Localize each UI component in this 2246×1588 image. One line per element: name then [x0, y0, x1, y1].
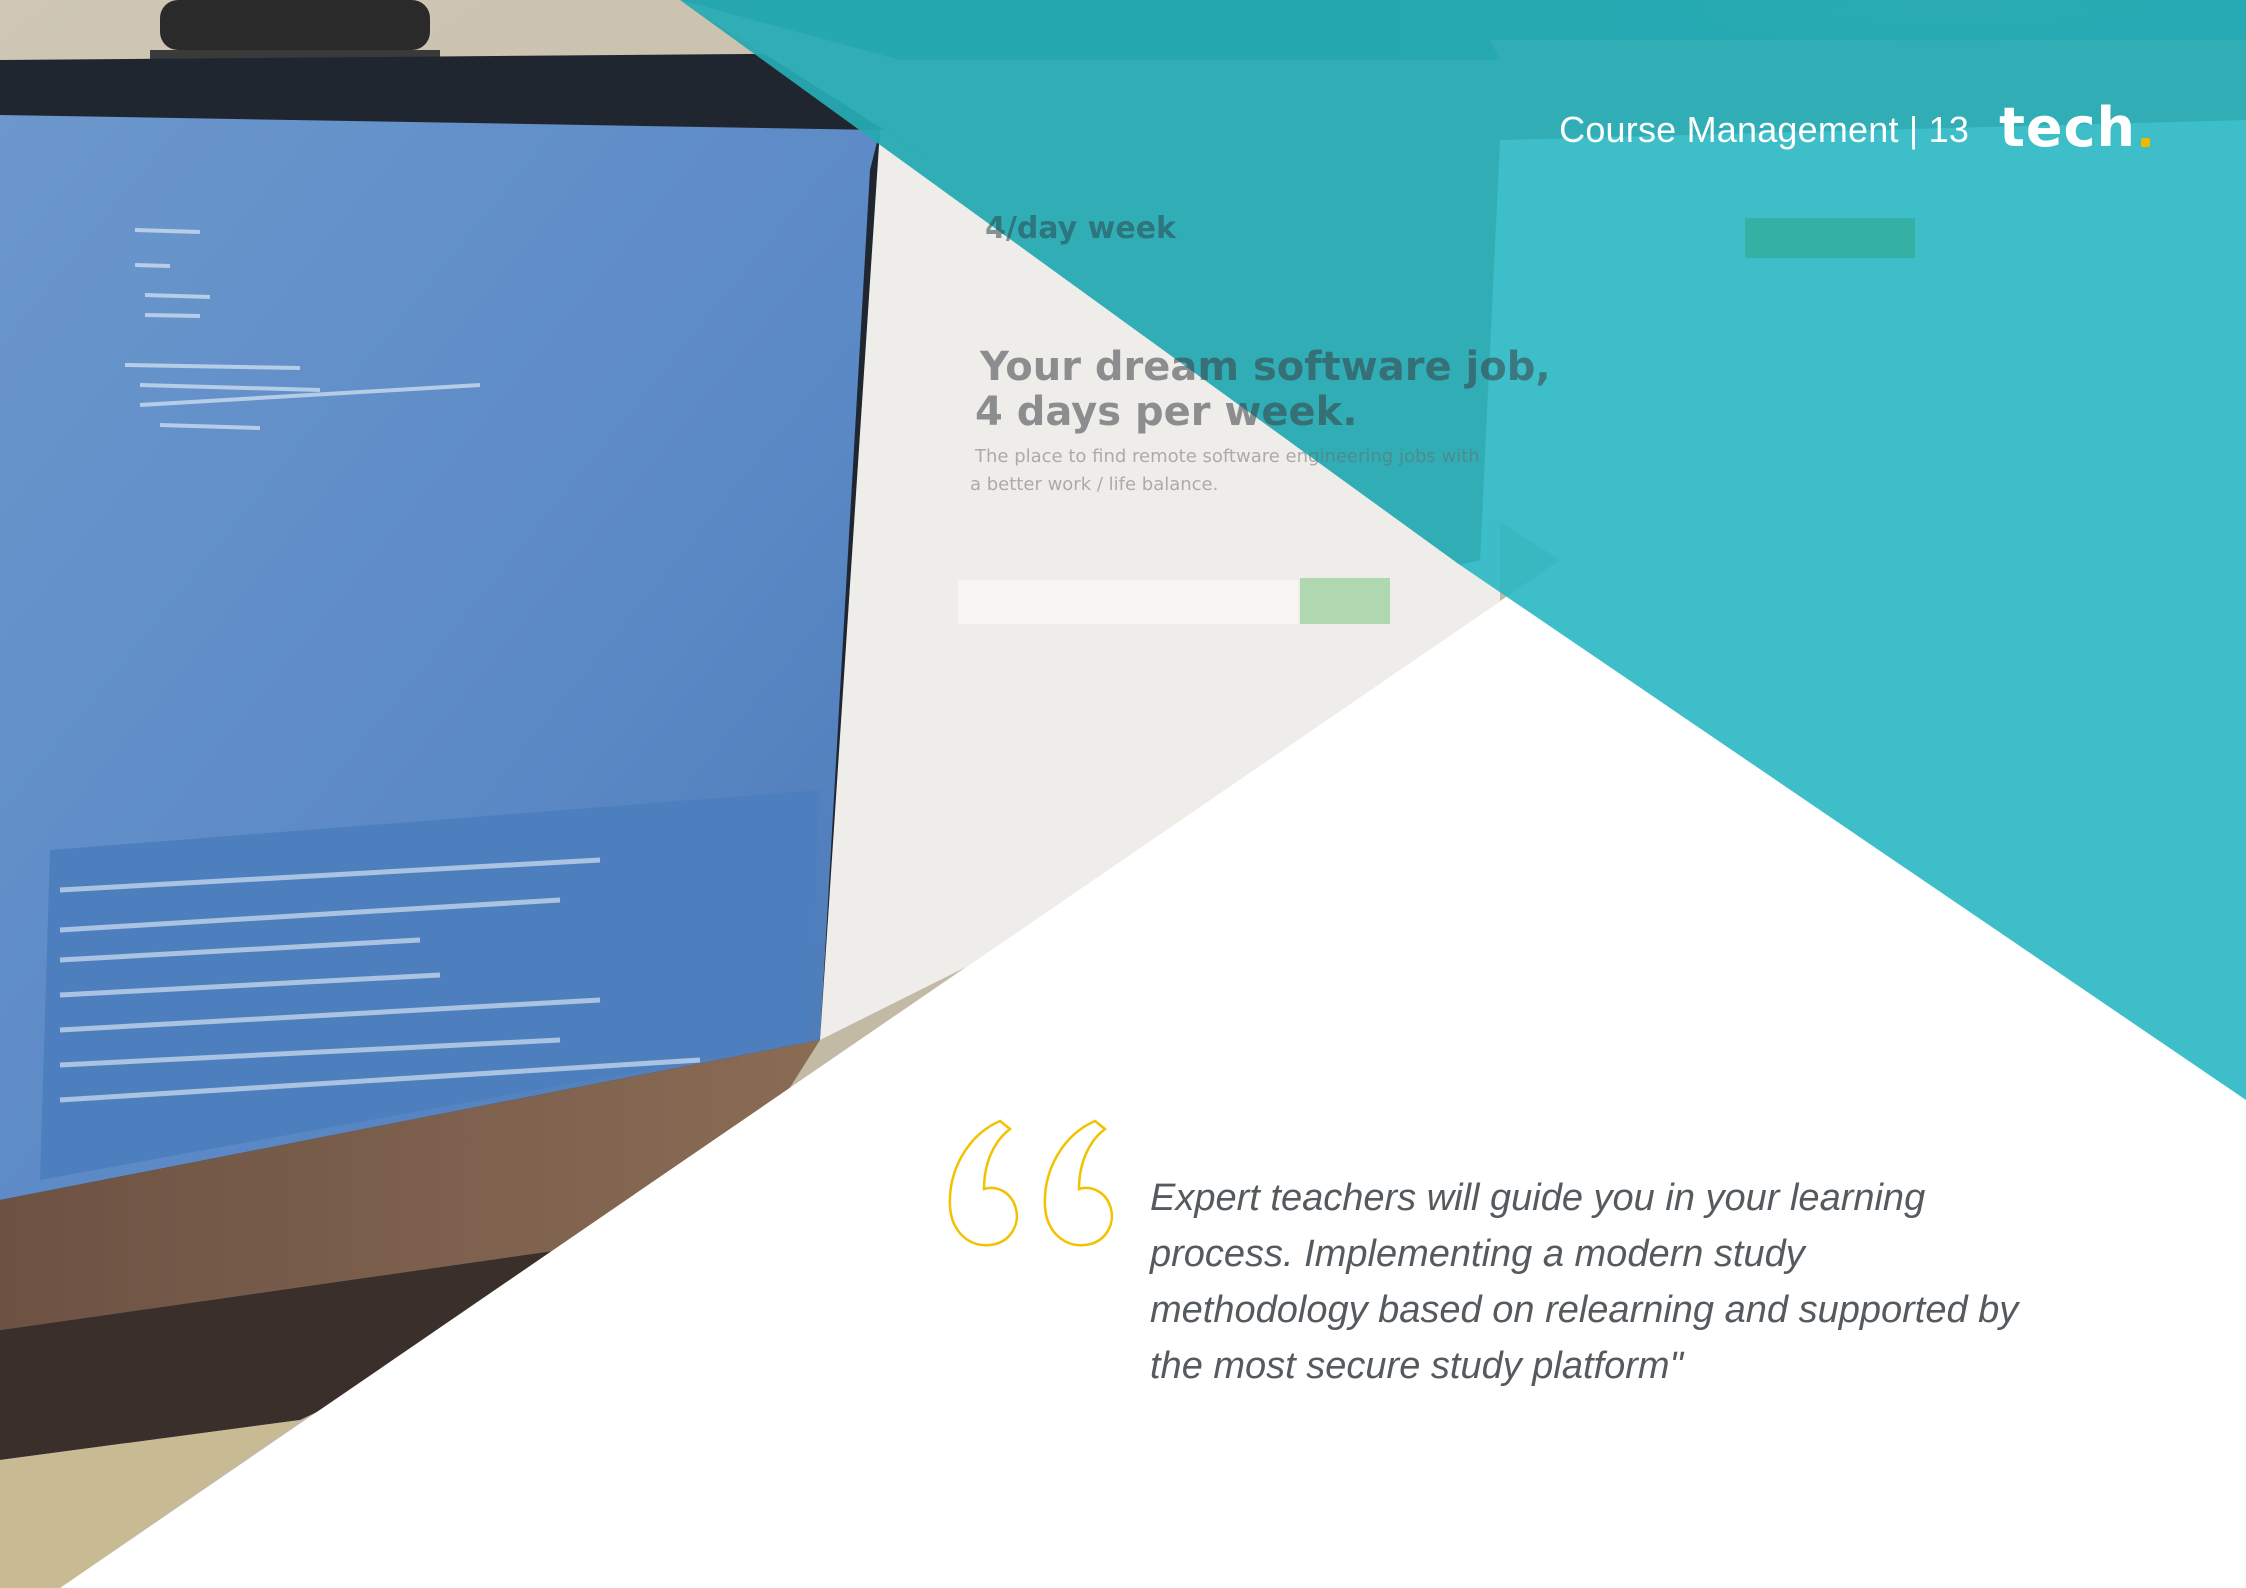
svg-text:Your dream software job,: Your dream software job, — [979, 344, 1551, 390]
quote-block: Expert teachers will guide you in your l… — [940, 1115, 2020, 1395]
logo-dot — [2141, 138, 2150, 147]
quote-text: Expert teachers will guide you in your l… — [1150, 1177, 2019, 1387]
quotation-mark-icon — [948, 1119, 1114, 1247]
svg-text:4/day week: 4/day week — [985, 211, 1177, 246]
page: 4/day week Your dream software job, 4 da… — [0, 0, 2246, 1588]
page-header: Course Management | 13 tech — [1559, 101, 2150, 155]
tech-logo: tech — [1999, 101, 2150, 155]
logo-text: tech — [1999, 96, 2136, 159]
svg-text:The place to find remote softw: The place to find remote software engine… — [974, 446, 1480, 467]
section-page-number: Course Management | 13 — [1559, 109, 1970, 150]
svg-text:4 days per week.: 4 days per week. — [975, 389, 1357, 435]
svg-text:a better work / life balance.: a better work / life balance. — [970, 474, 1218, 495]
